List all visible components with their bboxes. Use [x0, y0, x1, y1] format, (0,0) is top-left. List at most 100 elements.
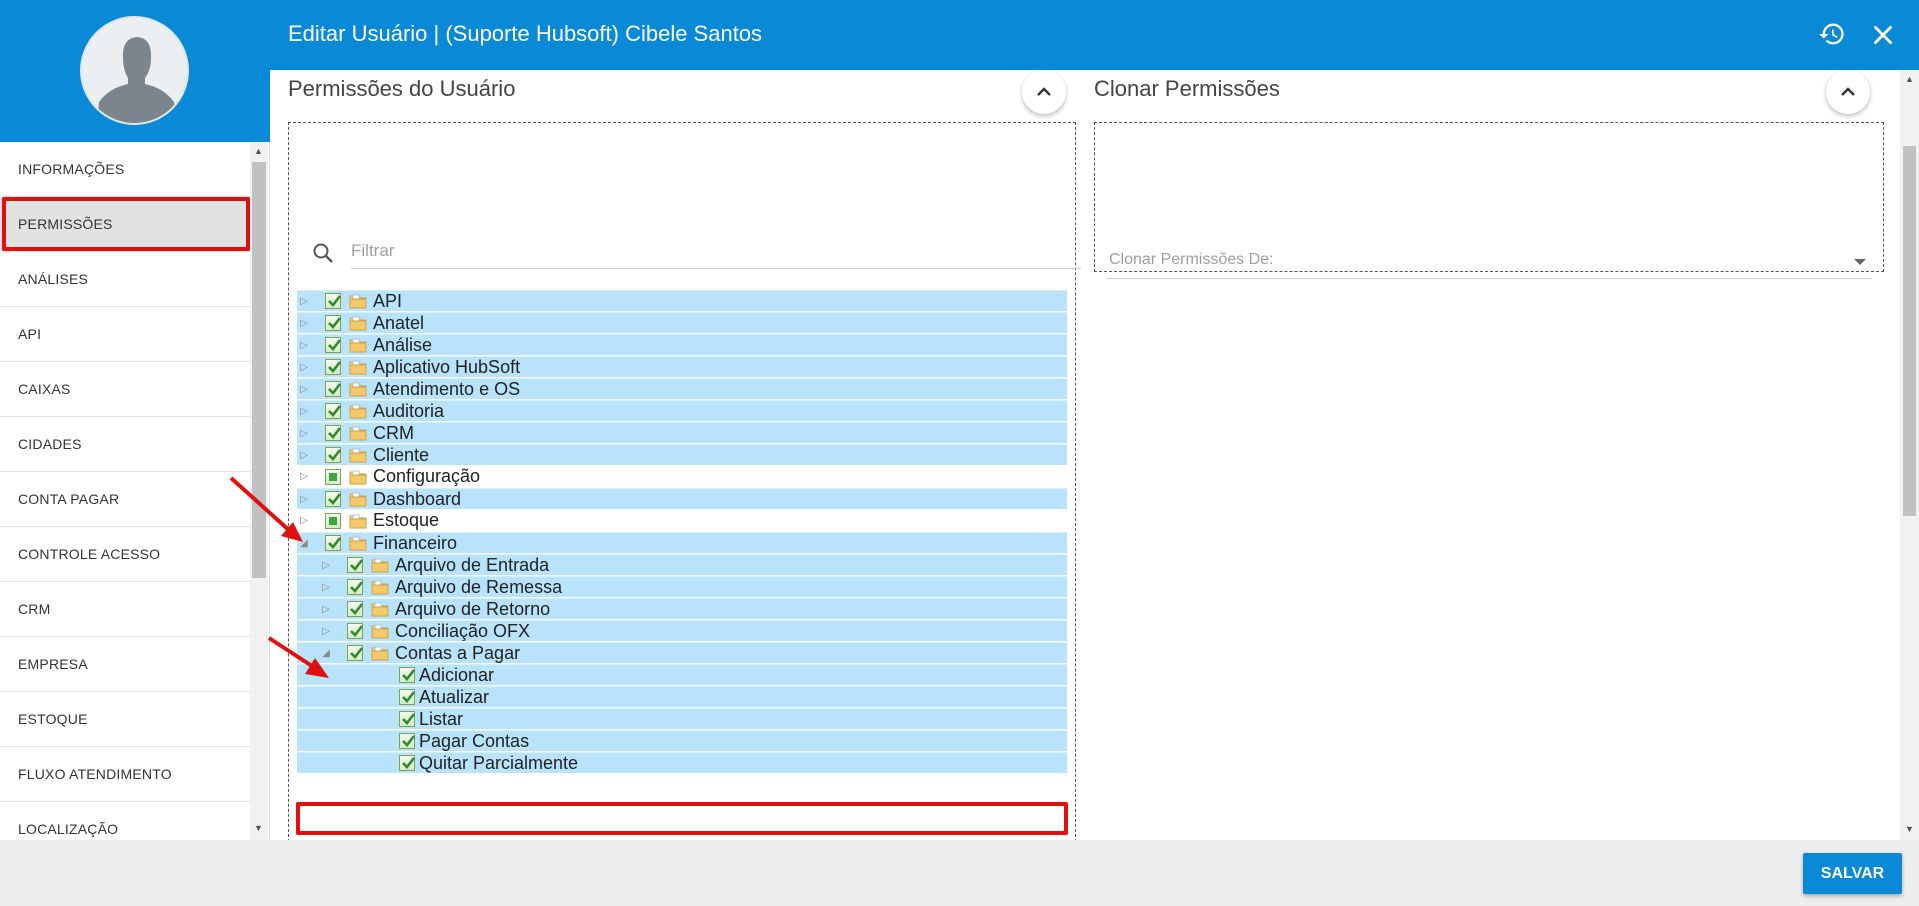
folder-icon	[349, 403, 367, 419]
expand-icon[interactable]: ▷	[297, 450, 311, 461]
filter-input[interactable]	[351, 233, 1081, 269]
tree-node[interactable]: ▷ Conciliação OFX	[297, 620, 1067, 641]
clone-permissions-select[interactable]: Clonar Permissões De:	[1107, 243, 1872, 279]
chevron-up-icon	[1841, 87, 1855, 96]
collapse-permissions-button[interactable]	[1022, 70, 1066, 114]
expand-icon[interactable]: ▷	[297, 318, 311, 329]
tree-node-label: CRM	[373, 422, 414, 443]
scroll-up-icon[interactable]: ▲	[254, 146, 263, 156]
sidebar-item[interactable]: EMPRESA	[0, 637, 250, 692]
annotation-arrows	[229, 476, 329, 678]
sidebar-item[interactable]: CONTA PAGAR	[0, 472, 250, 527]
scroll-down-icon[interactable]: ▼	[1905, 824, 1914, 834]
checkbox[interactable]	[325, 447, 342, 463]
checkbox[interactable]	[325, 315, 342, 331]
checkbox[interactable]	[347, 645, 364, 661]
checkbox[interactable]	[325, 337, 342, 353]
tree-node[interactable]: Listar	[297, 708, 1067, 729]
sidebar-item[interactable]: INFORMAÇÕES	[0, 142, 250, 197]
expand-icon[interactable]: ▷	[297, 406, 311, 417]
folder-icon	[371, 646, 389, 661]
check-icon	[350, 559, 364, 571]
collapse-clone-button[interactable]	[1826, 70, 1870, 114]
tree-node-label: Configuração	[373, 466, 481, 486]
checkbox[interactable]	[347, 579, 364, 595]
close-icon[interactable]	[1870, 22, 1896, 48]
tree-node[interactable]: ▷ Configuração	[297, 466, 1067, 487]
tree-node[interactable]: Adicionar	[297, 664, 1067, 685]
checkbox[interactable]	[347, 601, 364, 617]
scrollbar-thumb[interactable]	[1903, 146, 1916, 516]
expand-icon[interactable]: ▷	[297, 362, 311, 373]
tree-node[interactable]: ▷ Arquivo de Entrada	[297, 554, 1067, 575]
tree-node-label: Análise	[373, 334, 433, 355]
tree-node-label: Listar	[419, 708, 464, 729]
folder-icon	[371, 557, 389, 573]
scroll-down-icon[interactable]: ▼	[254, 823, 263, 833]
checkbox[interactable]	[399, 711, 416, 727]
check-icon	[350, 603, 364, 615]
check-icon	[402, 691, 416, 703]
check-icon	[402, 713, 416, 725]
tree-node[interactable]: Atualizar	[297, 686, 1067, 707]
sidebar-item[interactable]: CAIXAS	[0, 362, 250, 417]
checkbox[interactable]	[325, 293, 342, 309]
tree-node[interactable]: ▷ Cliente	[297, 444, 1067, 465]
tree-node[interactable]: ▷ CRM	[297, 422, 1067, 443]
tree-node-label: Dashboard	[373, 488, 462, 509]
sidebar-item[interactable]: ANÁLISES	[0, 252, 250, 307]
check-icon	[402, 757, 416, 769]
user-silhouette-icon	[82, 18, 187, 123]
tree-node-label: Atendimento e OS	[373, 378, 521, 399]
sidebar-item[interactable]: API	[0, 307, 250, 362]
tree-node[interactable]: ▷ Arquivo de Retorno	[297, 598, 1067, 619]
folder-icon	[371, 602, 389, 617]
tree-node[interactable]: Quitar Parcialmente	[297, 752, 1067, 773]
folder-icon	[371, 645, 389, 661]
checkbox[interactable]	[399, 667, 416, 683]
tree-node[interactable]: ▷ Arquivo de Remessa	[297, 576, 1067, 597]
expand-icon[interactable]: ▷	[297, 340, 311, 351]
tree-node-label: Cliente	[373, 444, 430, 465]
clone-permissions-panel: Clonar Permissões De:	[1094, 122, 1884, 279]
checkbox[interactable]	[325, 359, 342, 375]
folder-icon	[349, 360, 367, 375]
permissions-title: Permissões do Usuário	[288, 76, 516, 101]
expand-icon[interactable]: ▷	[297, 296, 311, 307]
expand-icon[interactable]: ▷	[297, 428, 311, 439]
folder-icon	[349, 425, 367, 441]
tree-node[interactable]: Pagar Contas	[297, 730, 1067, 751]
tree-node[interactable]: ▷ Análise	[297, 334, 1067, 355]
tree-node[interactable]: ▷ Anatel	[297, 312, 1067, 333]
tree-node[interactable]: ▷ Estoque	[297, 510, 1067, 531]
checkbox[interactable]	[347, 557, 364, 573]
content-scrollbar[interactable]: ▲ ▼	[1900, 70, 1919, 840]
checkbox[interactable]	[399, 755, 416, 771]
expand-icon[interactable]: ▷	[297, 384, 311, 395]
tree-node-label: Contas a Pagar	[395, 642, 521, 663]
checkbox[interactable]	[347, 623, 364, 639]
tree-node[interactable]: ◢ Contas a Pagar	[297, 642, 1067, 663]
tree-node[interactable]: ▷ Auditoria	[297, 400, 1067, 421]
tree-node[interactable]: ▷ Atendimento e OS	[297, 378, 1067, 399]
checkbox[interactable]	[325, 425, 342, 441]
save-button[interactable]: SALVAR	[1803, 853, 1902, 894]
sidebar-item[interactable]: ESTOQUE	[0, 692, 250, 747]
sidebar-item[interactable]: FLUXO ATENDIMENTO	[0, 747, 250, 802]
tree-node[interactable]: ▷ API	[297, 290, 1067, 311]
history-icon[interactable]	[1818, 20, 1846, 48]
scroll-up-icon[interactable]: ▲	[1905, 74, 1914, 84]
sidebar-item[interactable]: LOCALIZAÇÃO	[0, 802, 250, 840]
checkbox[interactable]	[399, 733, 416, 749]
checkbox[interactable]	[325, 381, 342, 397]
sidebar-item[interactable]: CONTROLE ACESSO	[0, 527, 250, 582]
sidebar-item[interactable]: CRM	[0, 582, 250, 637]
tree-node-label: API	[373, 290, 403, 311]
tree-node[interactable]: ◢ Financeiro	[297, 532, 1067, 553]
tree-node[interactable]: ▷ Aplicativo HubSoft	[297, 356, 1067, 377]
tree-node[interactable]: ▷ Dashboard	[297, 488, 1067, 509]
checkbox[interactable]	[325, 403, 342, 419]
check-icon	[328, 317, 342, 329]
checkbox[interactable]	[399, 689, 416, 705]
sidebar-item[interactable]: CIDADES	[0, 417, 250, 472]
